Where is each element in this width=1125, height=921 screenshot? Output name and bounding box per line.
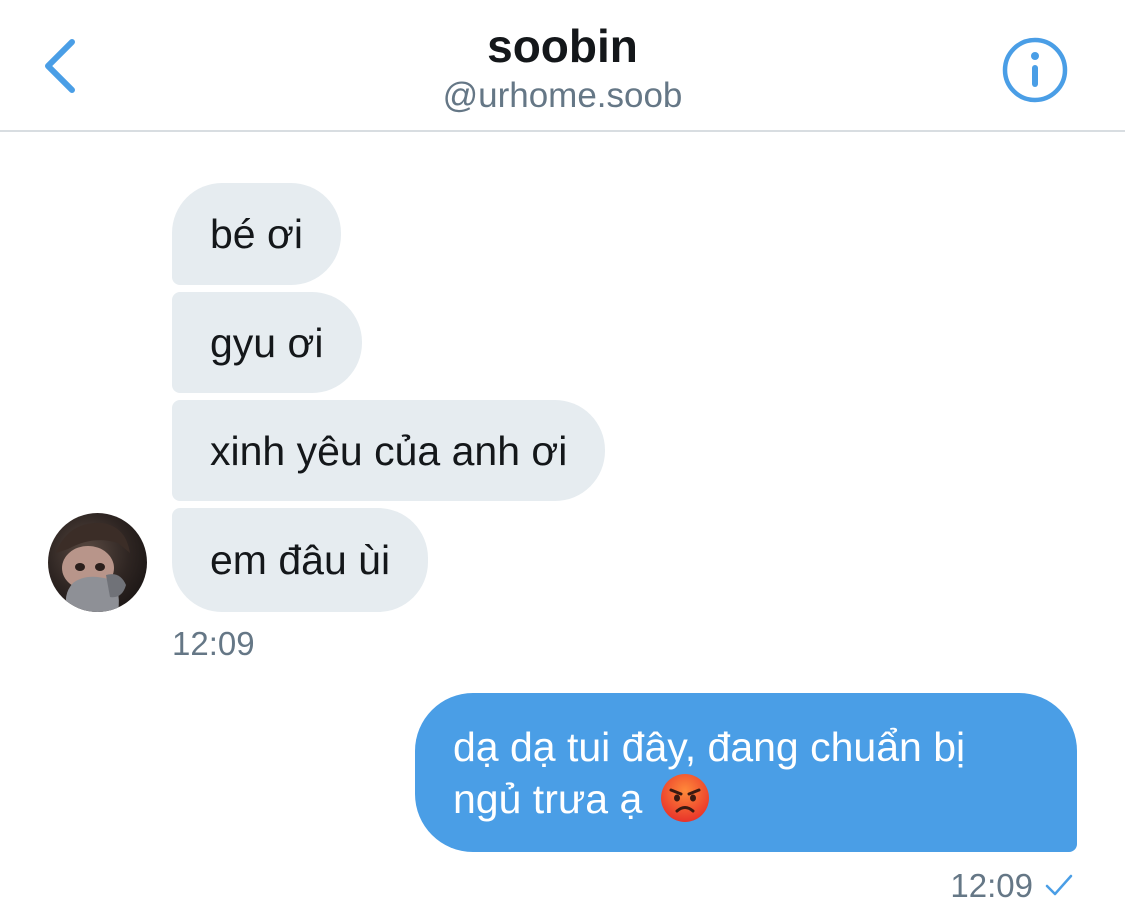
incoming-message[interactable]: bé ơi <box>172 183 341 285</box>
info-icon <box>1002 37 1068 103</box>
incoming-message[interactable]: em đâu ùi <box>172 508 429 612</box>
message-timestamp: 12:09 <box>172 625 255 662</box>
message-text: ngủ trưa ạ <box>453 776 643 822</box>
message-timestamp: 12:09 <box>950 867 1033 904</box>
checkmark-icon <box>1045 874 1073 896</box>
info-button[interactable] <box>1002 37 1068 103</box>
outgoing-message[interactable]: dạ dạ tui đây, đang chuẩn bị ngủ trưa ạ <box>415 693 1077 852</box>
message-text-line-2: ngủ trưa ạ <box>453 773 1047 825</box>
conversation-header: soobin @urhome.soob <box>0 0 1125 132</box>
incoming-message[interactable]: gyu ơi <box>172 292 362 393</box>
message-text: bé ơi <box>210 211 303 257</box>
angry-face-emoji <box>660 774 709 822</box>
message-text: em đâu ùi <box>210 537 391 583</box>
conversation-title[interactable]: soobin <box>0 18 1125 74</box>
message-text-line: dạ dạ tui đây, đang chuẩn bị <box>453 724 966 770</box>
message-text: gyu ơi <box>210 319 324 366</box>
avatar[interactable] <box>48 513 147 612</box>
avatar-image <box>48 513 147 612</box>
conversation-handle[interactable]: @urhome.soob <box>0 74 1125 118</box>
incoming-message[interactable]: xinh yêu của anh ơi <box>172 400 606 501</box>
message-text: xinh yêu của anh ơi <box>210 427 568 474</box>
